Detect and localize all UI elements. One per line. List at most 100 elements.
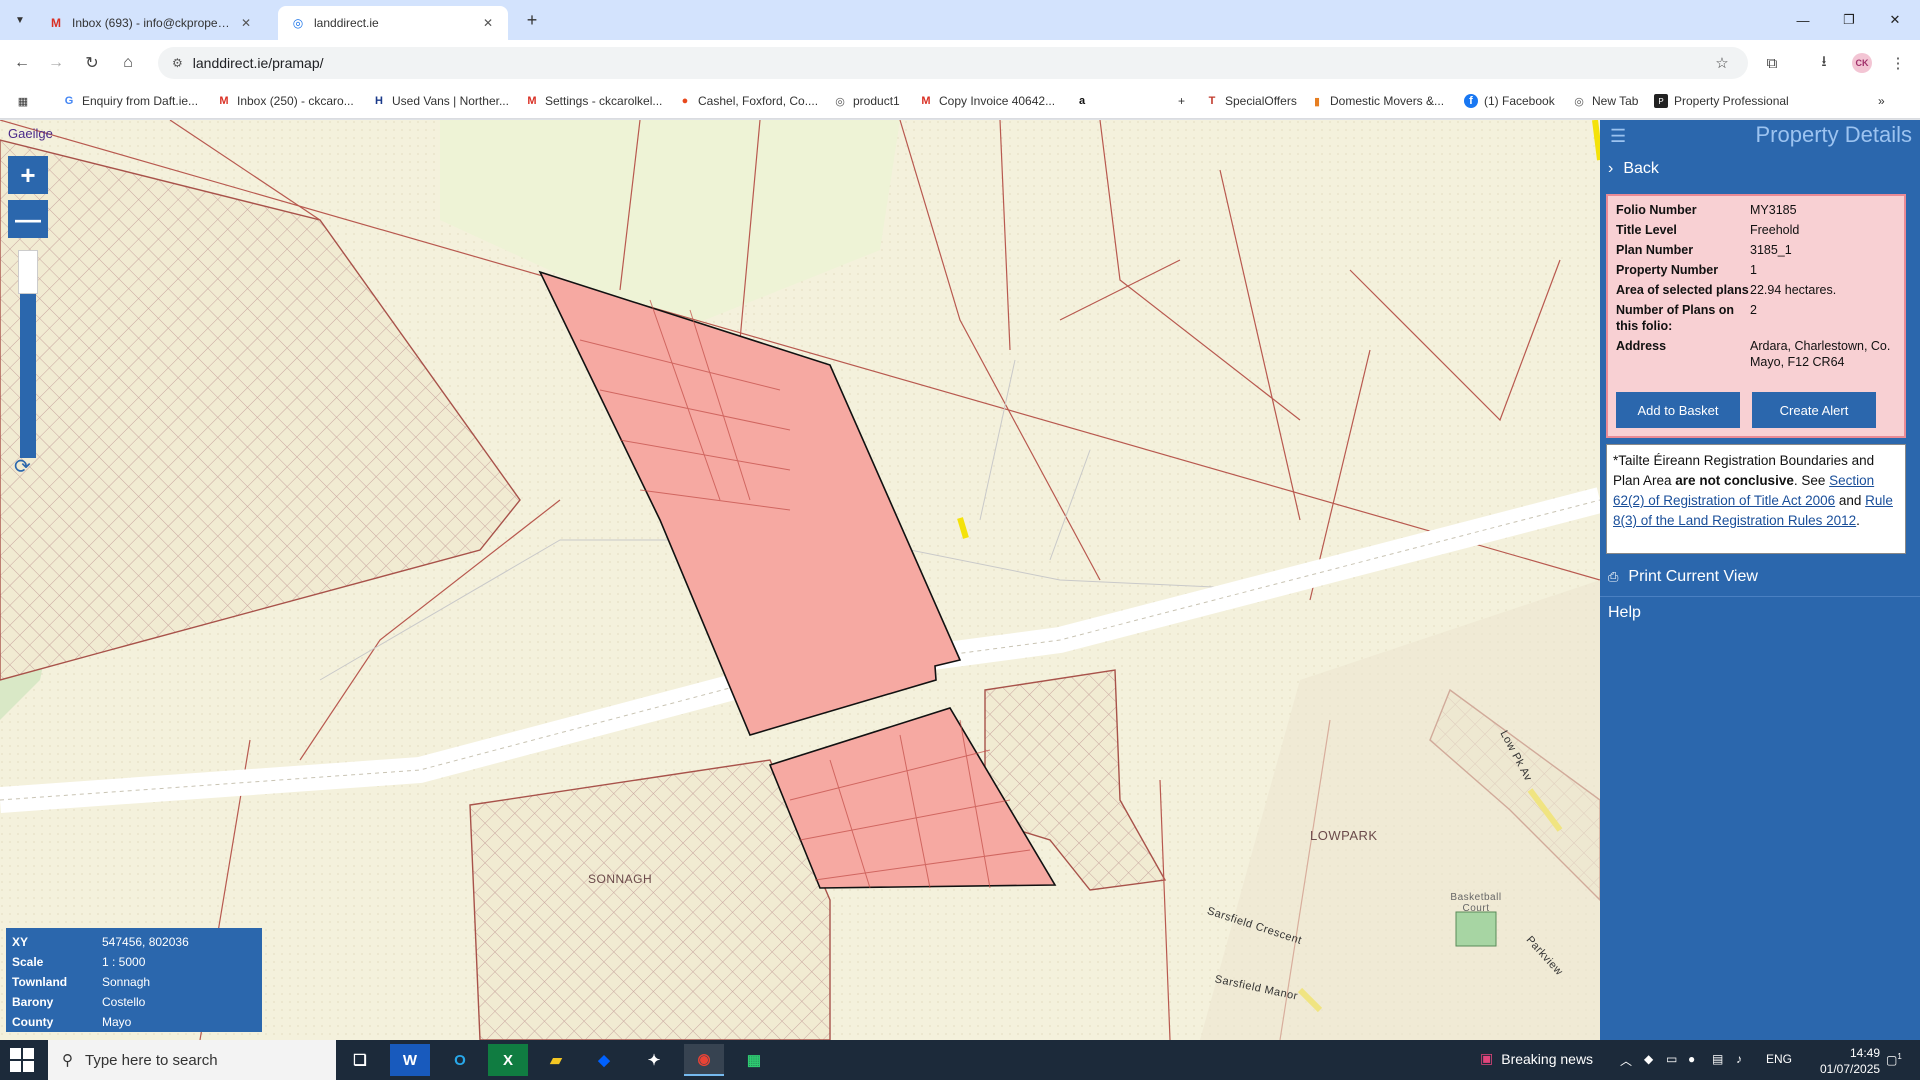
app-tray-icon[interactable]: ● xyxy=(1688,1052,1695,1066)
bookmark-label: New Tab xyxy=(1592,94,1639,108)
gmail-icon: M xyxy=(921,95,931,107)
tab-title: Inbox (693) - info@ckpropertie xyxy=(72,16,230,30)
bookmark-label: Copy Invoice 40642... xyxy=(939,94,1056,108)
zoom-out-button[interactable]: — xyxy=(8,200,48,238)
zoom-in-button[interactable]: + xyxy=(8,156,48,194)
refresh-icon[interactable]: ⟳ xyxy=(14,454,31,479)
new-tab-button[interactable]: + xyxy=(520,8,544,32)
minimize-button[interactable]: — xyxy=(1780,0,1826,40)
bookmark-item[interactable]: G Enquiry from Daft.ie... xyxy=(62,94,198,108)
language-indicator[interactable]: ENG xyxy=(1766,1052,1792,1066)
bookmark-item[interactable]: ◎ New Tab xyxy=(1572,94,1638,108)
zoom-slider-thumb[interactable] xyxy=(18,250,38,294)
amazon-icon: a xyxy=(1078,95,1086,107)
site-info-icon[interactable]: ⚙ xyxy=(172,56,183,70)
tab-landdirect[interactable]: ◎ landdirect.ie ✕ xyxy=(278,6,508,40)
disclaimer-emphasis: are not conclusive xyxy=(1675,473,1794,488)
help-link[interactable]: Help xyxy=(1608,604,1641,622)
info-key: Townland xyxy=(12,975,68,989)
gaeilge-link[interactable]: Gaeilge xyxy=(8,126,53,141)
info-value: Sonnagh xyxy=(102,975,151,989)
bookmark-item[interactable]: T SpecialOffers xyxy=(1205,94,1297,108)
bookmark-item[interactable]: ◎ product1 xyxy=(833,94,900,108)
app-icon[interactable]: ▦ xyxy=(734,1044,774,1076)
outlook-icon[interactable]: O xyxy=(440,1044,480,1076)
bookmark-item[interactable]: + xyxy=(1178,94,1185,108)
hatched-plots-south xyxy=(469,759,831,1040)
detail-key: Folio Number xyxy=(1616,203,1697,217)
word-icon[interactable]: W xyxy=(390,1044,430,1076)
back-link[interactable]: › Back xyxy=(1608,160,1659,178)
info-value: 1 : 5000 xyxy=(102,955,146,969)
back-arrow-icon[interactable]: ← xyxy=(10,51,34,75)
chrome-menu-icon[interactable]: ⋮ xyxy=(1886,51,1910,75)
browser-toolbar: ← → ↻ ⌂ ⚙ landdirect.ie/pramap/ ☆ ⧉ ⭳ CK… xyxy=(0,40,1920,86)
bookmark-item[interactable]: ▮ Domestic Movers &... xyxy=(1310,94,1444,108)
dropbox-tray-icon[interactable]: ◆ xyxy=(1644,1052,1653,1066)
bookmark-star-icon[interactable]: ☆ xyxy=(1710,51,1734,75)
detail-row: Title Level Freehold xyxy=(1616,222,1896,238)
display-icon[interactable]: ▭ xyxy=(1666,1052,1677,1066)
bookmark-item[interactable]: M Inbox (250) - ckcaro... xyxy=(217,94,353,108)
extensions-icon[interactable]: ⧉ xyxy=(1760,51,1784,75)
disclaimer-text: . xyxy=(1856,513,1860,528)
maximize-button[interactable]: ❐ xyxy=(1826,0,1872,40)
volume-icon[interactable]: ♪ xyxy=(1736,1052,1742,1066)
download-icon[interactable]: ⭳ xyxy=(1812,51,1836,75)
excel-icon[interactable]: X xyxy=(488,1044,528,1076)
print-current-view-link[interactable]: ⎙ Print Current View xyxy=(1608,568,1758,586)
home-icon[interactable]: ⌂ xyxy=(116,51,140,75)
detail-value: 22.94 hectares. xyxy=(1750,283,1837,297)
bookmark-item[interactable]: f (1) Facebook xyxy=(1464,94,1555,108)
bookmarks-overflow-icon[interactable]: » xyxy=(1878,94,1885,108)
create-alert-button[interactable]: Create Alert xyxy=(1752,392,1876,428)
globe-icon: ◎ xyxy=(1574,95,1584,108)
place-label: Basketball Court xyxy=(1450,892,1502,914)
close-window-button[interactable]: ✕ xyxy=(1872,0,1918,40)
add-to-basket-button[interactable]: Add to Basket xyxy=(1616,392,1740,428)
chrome-icon[interactable]: ◉ xyxy=(684,1044,724,1076)
gmail-icon: M xyxy=(51,16,61,30)
bookmark-item[interactable]: M Settings - ckcarolkel... xyxy=(525,94,662,108)
apps-grid-icon[interactable]: ▦ xyxy=(16,94,30,108)
taskbar-search[interactable]: ⚲ Type here to search xyxy=(48,1040,336,1080)
task-view-icon[interactable]: ❏ xyxy=(340,1044,380,1076)
hamburger-menu-icon[interactable]: ☰ xyxy=(1610,126,1626,147)
profile-avatar[interactable]: CK xyxy=(1850,51,1874,75)
tab-inbox[interactable]: M Inbox (693) - info@ckpropertie ✕ xyxy=(36,6,266,40)
tab-strip: ▼ M Inbox (693) - info@ckpropertie ✕ ◎ l… xyxy=(0,0,1920,40)
forward-arrow-icon[interactable]: → xyxy=(44,51,68,75)
bookmark-label: Cashel, Foxford, Co.... xyxy=(698,94,819,108)
bookmarks-bar: ▦ G Enquiry from Daft.ie... M Inbox (250) … xyxy=(0,86,1920,119)
detail-value: Freehold xyxy=(1750,223,1800,237)
news-widget[interactable]: ▣ Breaking news xyxy=(1480,1050,1593,1067)
url-text: landdirect.ie/pramap/ xyxy=(192,55,324,71)
tab-search-icon[interactable]: ▼ xyxy=(8,8,32,32)
map-canvas[interactable]: Gaeilge + — ⟳ LOWPARK SONNAGH Low Pk Av … xyxy=(0,120,1600,1040)
tab-title: landdirect.ie xyxy=(314,16,379,30)
bookmark-label: Property Professional xyxy=(1674,94,1789,108)
bookmark-item[interactable]: ● Cashel, Foxford, Co.... xyxy=(678,94,818,108)
globe-icon: ◎ xyxy=(292,16,304,30)
bookmark-label: Settings - ckcarolkel... xyxy=(545,94,663,108)
bookmark-item[interactable]: P Property Professional xyxy=(1654,94,1789,108)
app-icon[interactable]: ✦ xyxy=(634,1044,674,1076)
network-icon[interactable]: ▤ xyxy=(1712,1052,1723,1066)
close-tab-icon[interactable]: ✕ xyxy=(480,16,496,30)
notification-icon[interactable]: ▢1 xyxy=(1886,1052,1902,1067)
bookmark-item[interactable]: H Used Vans | Norther... xyxy=(372,94,509,108)
reload-icon[interactable]: ↻ xyxy=(80,51,104,75)
bookmark-item[interactable]: M Copy Invoice 40642... xyxy=(919,94,1055,108)
file-explorer-icon[interactable]: ▰ xyxy=(536,1044,576,1076)
address-bar[interactable]: ⚙ landdirect.ie/pramap/ xyxy=(158,47,1748,79)
close-tab-icon[interactable]: ✕ xyxy=(238,16,254,30)
info-key: Scale xyxy=(12,955,44,969)
detail-row: Folio Number MY3185 xyxy=(1616,202,1896,218)
dropbox-icon[interactable]: ◆ xyxy=(584,1044,624,1076)
tray-chevron-icon[interactable]: ︿ xyxy=(1620,1052,1632,1069)
bookmark-item[interactable]: a xyxy=(1075,94,1089,108)
clock[interactable]: 14:49 01/07/2025 xyxy=(1820,1045,1880,1077)
basketball-court xyxy=(1455,911,1497,947)
windows-start-icon[interactable] xyxy=(10,1048,34,1072)
info-row: Townland Sonnagh xyxy=(12,972,256,992)
